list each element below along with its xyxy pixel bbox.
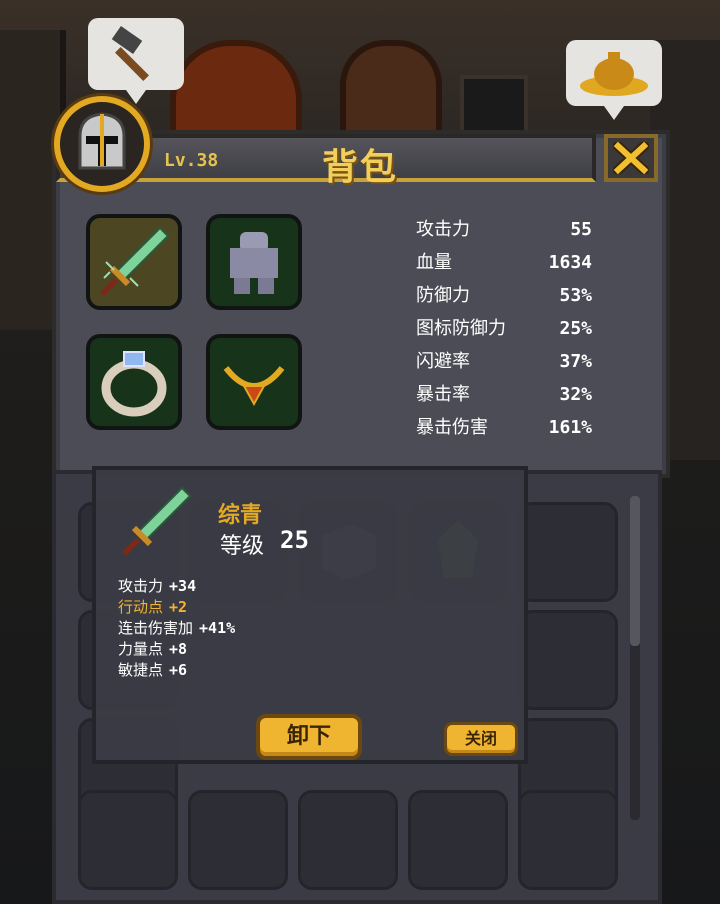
stat-label: 暴击率 <box>416 384 470 405</box>
attribute-label: 力量点 <box>118 640 164 658</box>
item-level-label: 等级 <box>220 534 265 559</box>
blacksmith-bubble[interactable] <box>88 18 184 104</box>
page-title: 背包 <box>321 147 398 188</box>
stat-row: 血量 1634 <box>416 249 592 282</box>
stat-value: 55 <box>570 219 592 240</box>
attribute-value: +2 <box>169 598 188 616</box>
stat-value: 53% <box>559 285 592 306</box>
scroll-thumb[interactable] <box>630 496 640 646</box>
close-icon <box>613 142 649 174</box>
item-attribute: 行动点 +2 <box>118 597 235 618</box>
item-attributes: 攻击力 +34 行动点 +2 连击伤害加 +41% 力量点 +8 敏捷点 +6 <box>118 576 235 681</box>
green-sword-icon <box>121 486 192 556</box>
stat-label: 血量 <box>416 252 452 273</box>
inventory-slot[interactable] <box>518 502 618 602</box>
weapon-slot[interactable] <box>86 214 182 310</box>
tooltip-close-button[interactable]: 关闭 <box>444 722 518 756</box>
inventory-scrollbar[interactable] <box>630 496 640 820</box>
shop-bubble[interactable] <box>566 40 662 120</box>
character-stats: 攻击力 55 血量 1634 防御力 53% 图标防御力 25% 闪避率 37%… <box>416 216 592 436</box>
stat-label: 暴击伤害 <box>416 417 488 436</box>
green-sword-icon <box>99 226 170 297</box>
item-attribute: 力量点 +8 <box>118 639 235 660</box>
armor-slot[interactable] <box>206 214 302 310</box>
stat-row: 攻击力 55 <box>416 216 592 249</box>
money-bag-icon <box>580 52 648 96</box>
attribute-label: 行动点 <box>118 598 164 616</box>
attribute-label: 连击伤害加 <box>118 619 194 637</box>
avatar <box>54 96 150 192</box>
stat-label: 防御力 <box>416 285 470 306</box>
inventory-slot[interactable] <box>518 790 618 890</box>
inventory-slot[interactable] <box>188 790 288 890</box>
stat-label: 攻击力 <box>416 219 470 240</box>
stat-row: 图标防御力 25% <box>416 315 592 348</box>
knight-helmet-icon <box>78 112 126 170</box>
inventory-slot[interactable] <box>298 790 398 890</box>
ring-icon <box>101 351 167 417</box>
ring-slot[interactable] <box>86 334 182 430</box>
inventory-slot[interactable] <box>518 610 618 710</box>
attribute-label: 攻击力 <box>118 577 164 595</box>
item-attribute: 敏捷点 +6 <box>118 660 235 681</box>
stat-value: 1634 <box>548 252 592 273</box>
attribute-value: +34 <box>169 577 197 595</box>
hammer-icon <box>111 25 149 81</box>
item-attribute: 攻击力 +34 <box>118 576 235 597</box>
background-door-arch <box>340 40 442 142</box>
stat-row: 暴击率 32% <box>416 381 592 414</box>
armor-icon <box>230 232 278 294</box>
item-level-value: 25 <box>280 526 309 554</box>
attribute-value: +6 <box>169 661 188 679</box>
necklace-slot[interactable] <box>206 334 302 430</box>
player-level: Lv.38 <box>164 150 219 171</box>
stat-row: 防御力 53% <box>416 282 592 315</box>
stat-value: 161% <box>548 417 592 436</box>
stat-value: 32% <box>559 384 592 405</box>
attribute-value: +41% <box>199 619 236 637</box>
stat-value: 37% <box>559 351 592 372</box>
stat-label: 图标防御力 <box>416 318 506 339</box>
stat-row: 暴击伤害 161% <box>416 414 592 436</box>
stat-value: 25% <box>559 318 592 339</box>
stat-row: 闪避率 37% <box>416 348 592 381</box>
inventory-slot[interactable] <box>78 790 178 890</box>
attribute-label: 敏捷点 <box>118 661 164 679</box>
item-attribute: 连击伤害加 +41% <box>118 618 235 639</box>
stat-label: 闪避率 <box>416 351 470 372</box>
close-button[interactable] <box>604 134 658 182</box>
item-name: 综青 <box>218 503 263 528</box>
unequip-button[interactable]: 卸下 <box>256 714 362 760</box>
inventory-slot[interactable] <box>408 790 508 890</box>
necklace-icon <box>223 366 285 407</box>
attribute-value: +8 <box>169 640 188 658</box>
